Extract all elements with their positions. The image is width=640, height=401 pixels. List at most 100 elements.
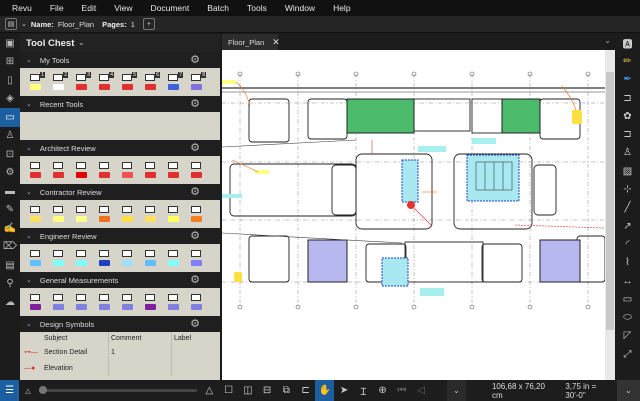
- gear-icon[interactable]: ⚙: [190, 273, 200, 286]
- tool-item[interactable]: [164, 248, 183, 268]
- gear-icon[interactable]: ⚙: [190, 229, 200, 242]
- grid-icon[interactable]: ⊞: [0, 53, 20, 72]
- callout-icon[interactable]: ⊐: [615, 89, 640, 107]
- tool-item[interactable]: [118, 160, 137, 180]
- chevron-down-icon[interactable]: ⌄: [26, 144, 32, 152]
- tool-item[interactable]: [141, 248, 160, 268]
- section-header[interactable]: ⌄ Engineer Review ⚙: [20, 228, 220, 244]
- tool-item[interactable]: 7: [164, 72, 183, 92]
- close-icon[interactable]: ✕: [272, 37, 280, 48]
- tab-floor-plan[interactable]: Floor_Plan ✕: [222, 34, 280, 50]
- toolchest-icon[interactable]: ▭: [0, 108, 20, 127]
- menu-window[interactable]: Window: [285, 3, 315, 13]
- gear-icon[interactable]: ⚙: [190, 141, 200, 154]
- new-page-button[interactable]: +: [142, 18, 155, 30]
- scrollbar-thumb[interactable]: [606, 72, 614, 330]
- tool-item[interactable]: [118, 248, 137, 268]
- tool-item[interactable]: [72, 248, 91, 268]
- chevron-down-icon[interactable]: ⌄: [21, 20, 27, 28]
- vertical-scrollbar[interactable]: [605, 50, 615, 380]
- tool-item[interactable]: [187, 204, 206, 224]
- polygon-icon[interactable]: ◸: [615, 327, 640, 345]
- tool-item[interactable]: [49, 248, 68, 268]
- gear-icon[interactable]: ⚙: [190, 317, 200, 330]
- split-horizontal-icon[interactable]: ⊟: [257, 380, 276, 401]
- split-vertical-icon[interactable]: ◫: [238, 380, 257, 401]
- section-header[interactable]: ⌄ Recent Tools ⚙: [20, 96, 220, 112]
- menu-view[interactable]: View: [114, 3, 132, 13]
- pen-icon[interactable]: ✒: [615, 71, 640, 89]
- spaces-icon[interactable]: ⊡: [0, 145, 20, 164]
- tool-item[interactable]: [164, 160, 183, 180]
- column-header[interactable]: Label: [171, 332, 220, 344]
- gear-icon[interactable]: ⚙: [190, 53, 200, 66]
- chevron-down-icon[interactable]: ⌄: [26, 188, 32, 196]
- tool-item[interactable]: [95, 248, 114, 268]
- tool-item[interactable]: 3: [72, 72, 91, 92]
- tool-item[interactable]: [72, 292, 91, 312]
- list-icon[interactable]: ☰: [0, 380, 20, 401]
- tool-item[interactable]: [141, 204, 160, 224]
- tool-item[interactable]: [187, 160, 206, 180]
- chevron-down-icon[interactable]: ⌄: [604, 36, 611, 45]
- tool-item[interactable]: [187, 248, 206, 268]
- tool-item[interactable]: [187, 292, 206, 312]
- signature-icon[interactable]: ✍: [0, 219, 20, 238]
- section-header[interactable]: ⌄ My Tools ⚙: [20, 52, 220, 68]
- menu-edit[interactable]: Edit: [82, 3, 97, 13]
- zoom-icon[interactable]: ⊕: [373, 380, 392, 401]
- select-text-icon[interactable]: Ɪ: [354, 380, 373, 401]
- table-row[interactable]: ⊶— Section Detail 1: [20, 344, 220, 360]
- menu-revu[interactable]: Revu: [12, 3, 32, 13]
- tool-item[interactable]: 4: [95, 72, 114, 92]
- user-stamp-icon[interactable]: ♙: [0, 127, 20, 146]
- triangle-icon[interactable]: △: [25, 387, 30, 395]
- chevron-down-icon[interactable]: ⌄: [26, 100, 32, 108]
- first-page-icon[interactable]: ⏮: [392, 380, 411, 401]
- status-chevron-icon[interactable]: ⌄: [616, 380, 640, 401]
- rectangle-icon[interactable]: ▭: [615, 290, 640, 308]
- tool-item[interactable]: 5: [118, 72, 137, 92]
- gear-icon[interactable]: ⚙: [190, 97, 200, 110]
- triangle-large-icon[interactable]: △: [205, 385, 213, 396]
- tool-item[interactable]: [72, 160, 91, 180]
- cloud-icon[interactable]: ✿: [615, 107, 640, 125]
- search-icon[interactable]: ⚲: [0, 275, 20, 294]
- column-header[interactable]: Subject: [44, 335, 108, 342]
- tool-item[interactable]: [141, 292, 160, 312]
- menu-file[interactable]: File: [50, 3, 64, 13]
- arrow-icon[interactable]: ↗: [615, 217, 640, 235]
- tool-item[interactable]: [118, 204, 137, 224]
- menu-batch[interactable]: Batch: [207, 3, 229, 13]
- document-menu-button[interactable]: ▤: [5, 18, 17, 30]
- image-icon[interactable]: ▨: [615, 162, 640, 180]
- zoom-slider[interactable]: [38, 386, 198, 394]
- tool-item[interactable]: [164, 292, 183, 312]
- thumbnails-icon[interactable]: ▣: [0, 34, 20, 53]
- tool-item[interactable]: [95, 204, 114, 224]
- panel-title[interactable]: Tool Chest ⌄: [20, 34, 220, 52]
- tool-item[interactable]: 2: [49, 72, 68, 92]
- studio-icon[interactable]: ☁: [0, 293, 20, 312]
- tool-item[interactable]: [26, 204, 45, 224]
- previous-page-icon[interactable]: ◁: [411, 380, 430, 401]
- gear-icon[interactable]: ⚙: [0, 164, 20, 183]
- tool-item[interactable]: [164, 204, 183, 224]
- tool-item[interactable]: [26, 292, 45, 312]
- pan-hand-icon[interactable]: ✋: [315, 380, 335, 401]
- section-header[interactable]: ⌄ Design Symbols ⚙: [20, 316, 220, 332]
- measure-icon[interactable]: ▬: [0, 182, 20, 201]
- tool-item[interactable]: [118, 292, 137, 312]
- tool-item[interactable]: [95, 292, 114, 312]
- layers-icon[interactable]: ◈: [0, 90, 20, 109]
- chevron-down-icon[interactable]: ⌄: [26, 56, 32, 64]
- menu-help[interactable]: Help: [333, 3, 350, 13]
- overlay-icon[interactable]: ⊏: [296, 380, 315, 401]
- expand-icon[interactable]: ⤢: [615, 345, 640, 363]
- column-header[interactable]: Comment: [108, 332, 171, 344]
- tags-icon[interactable]: ⌦: [0, 238, 20, 257]
- section-header[interactable]: ⌄ Architect Review ⚙: [20, 140, 220, 156]
- slider-thumb[interactable]: [38, 386, 47, 394]
- arc-icon[interactable]: ◜: [615, 235, 640, 253]
- gear-icon[interactable]: ⚙: [190, 185, 200, 198]
